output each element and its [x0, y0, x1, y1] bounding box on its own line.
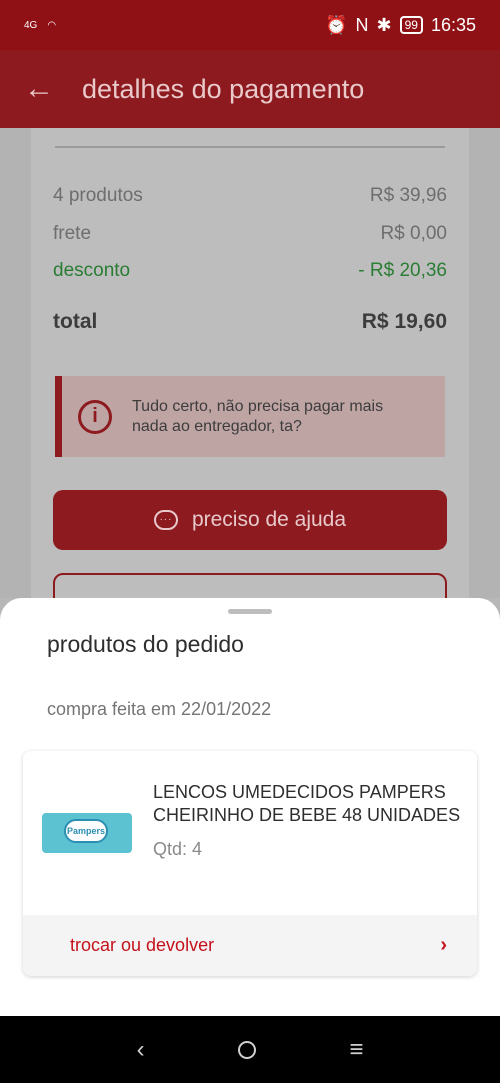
nav-menu-icon[interactable]: ≡ — [349, 1036, 363, 1064]
products-row: 4 produtos R$ 39,96 — [53, 185, 447, 207]
battery-indicator: 99 — [399, 16, 423, 34]
bluetooth-icon: ✱ — [376, 14, 392, 35]
product-quantity: Qtd: 4 — [153, 839, 203, 859]
alert-text: Tudo certo, não precisa pagar mais nada … — [132, 397, 384, 435]
return-label: trocar ou devolver — [70, 935, 215, 955]
sheet-drag-handle[interactable] — [228, 609, 272, 614]
payment-details-content: 4 produtos R$ 39,96 frete R$ 0,00 descon… — [0, 128, 500, 633]
system-nav-bar: ‹ ≡ — [0, 1016, 500, 1083]
product-card: Pampers LENCOS UMEDECIDOS PAMPERS CHEIRI… — [23, 751, 477, 976]
nav-home-icon[interactable] — [237, 1040, 256, 1059]
shipping-value: R$ 0,00 — [380, 223, 447, 244]
status-bar: 4G ◠ ⏰ N ✱ 99 16:35 — [0, 0, 500, 50]
signal-indicator: 4G — [24, 19, 38, 31]
discount-row: desconto - R$ 20,36 — [53, 260, 447, 282]
alarm-icon: ⏰ — [325, 14, 348, 35]
products-value: R$ 39,96 — [369, 185, 447, 206]
status-left: 4G ◠ — [24, 20, 56, 31]
status-right: ⏰ N ✱ 99 16:35 — [325, 15, 476, 36]
products-label: 4 produtos — [53, 185, 143, 206]
order-products-sheet: produtos do pedido compra feita em 22/01… — [0, 598, 500, 1016]
help-button[interactable]: ··· preciso de ajuda — [53, 490, 447, 550]
discount-label: desconto — [53, 260, 131, 281]
shipping-label: frete — [53, 223, 92, 244]
nfc-icon: N — [355, 14, 369, 35]
info-alert: i Tudo certo, não precisa pagar mais nad… — [55, 376, 445, 457]
app-bar: ← detalhes do pagamento — [0, 50, 500, 128]
product-name: LENCOS UMEDECIDOS PAMPERS CHEIRINHO DE B… — [153, 782, 461, 825]
product-image: Pampers — [42, 813, 132, 853]
payment-summary-card: 4 produtos R$ 39,96 frete R$ 0,00 descon… — [31, 128, 469, 633]
divider — [55, 146, 445, 148]
sheet-title: produtos do pedido — [47, 631, 244, 657]
total-value: R$ 19,60 — [361, 310, 447, 333]
info-icon: i — [78, 399, 112, 434]
discount-value: - R$ 20,36 — [358, 260, 447, 281]
wifi-icon: ◠ — [47, 19, 57, 31]
return-exchange-link[interactable]: trocar ou devolver › — [23, 915, 477, 976]
total-row: total R$ 19,60 — [53, 310, 447, 334]
pampers-logo: Pampers — [64, 819, 108, 843]
total-label: total — [53, 310, 98, 333]
clock: 16:35 — [430, 14, 476, 35]
help-button-label: preciso de ajuda — [191, 508, 347, 531]
purchase-date: compra feita em 22/01/2022 — [47, 699, 272, 719]
chat-icon: ··· — [153, 510, 178, 530]
shipping-row: frete R$ 0,00 — [53, 223, 447, 245]
page-title: detalhes do pagamento — [82, 73, 365, 104]
back-arrow-icon[interactable]: ← — [24, 72, 68, 106]
nav-back-icon[interactable]: ‹ — [137, 1036, 145, 1064]
chevron-right-icon: › — [440, 934, 447, 956]
